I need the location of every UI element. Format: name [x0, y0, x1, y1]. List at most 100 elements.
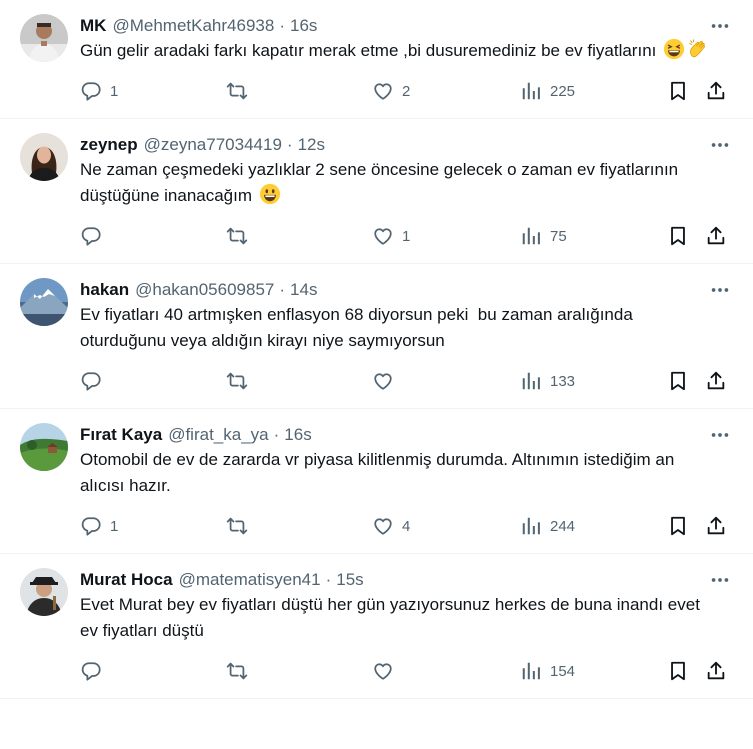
- share-button[interactable]: [705, 660, 727, 682]
- reply-icon: [81, 517, 101, 536]
- view-count: 133: [550, 372, 576, 390]
- views-button[interactable]: 75: [520, 225, 567, 247]
- tweet[interactable]: MK @MehmetKahr46938 · 16s Gün gelir arad…: [0, 0, 753, 119]
- timestamp[interactable]: 16s: [284, 423, 311, 447]
- share-button[interactable]: [705, 515, 727, 537]
- avatar-landscape-icon[interactable]: [20, 423, 68, 471]
- tweet[interactable]: Murat Hoca @matematisyen41 · 15s Evet Mu…: [0, 554, 753, 699]
- display-name[interactable]: Murat Hoca: [80, 568, 173, 592]
- share-button[interactable]: [705, 80, 727, 102]
- like-button[interactable]: 2: [372, 80, 410, 102]
- tweet-content: zeynep @zeyna77034419 · 12s Ne zaman çeş…: [80, 133, 733, 263]
- tweet-text: Ne zaman çeşmedeki yazlıklar 2 sene önce…: [80, 157, 733, 209]
- retweet-icon: [226, 227, 248, 245]
- avatar-person-icon[interactable]: [20, 568, 68, 616]
- reply-button[interactable]: [80, 225, 110, 247]
- tweet[interactable]: Fırat Kaya @firat_ka_ya · 16s Otomobil d…: [0, 409, 753, 554]
- share-icon: [707, 661, 725, 680]
- display-name[interactable]: zeynep: [80, 133, 138, 157]
- retweet-button[interactable]: [226, 515, 256, 537]
- avatar-person-icon[interactable]: [20, 133, 68, 181]
- bookmark-button[interactable]: [667, 515, 689, 537]
- bookmark-icon: [671, 661, 685, 681]
- bookmark-icon: [671, 81, 685, 101]
- tweet-text-body: Gün gelir aradaki farkı kapatır merak et…: [80, 41, 662, 60]
- more-options-button[interactable]: [707, 133, 733, 157]
- more-options-button[interactable]: [707, 278, 733, 302]
- more-options-button[interactable]: [707, 568, 733, 592]
- like-button[interactable]: 4: [372, 515, 410, 537]
- timestamp[interactable]: 15s: [336, 568, 363, 592]
- tweet-actions: 154: [80, 654, 733, 690]
- retweet-button[interactable]: [226, 225, 256, 247]
- bookmark-button[interactable]: [667, 225, 689, 247]
- retweet-icon: [226, 82, 248, 100]
- grinning-squinting-face-emoji-icon: [663, 38, 685, 60]
- avatar-person-icon[interactable]: [20, 14, 68, 62]
- tweet[interactable]: hakan @hakan05609857 · 14s Ev fiyatları …: [0, 264, 753, 409]
- avatar-mountain-icon[interactable]: [20, 278, 68, 326]
- bookmark-icon: [671, 226, 685, 246]
- display-name[interactable]: hakan: [80, 278, 129, 302]
- like-button[interactable]: [372, 660, 402, 682]
- view-count: 75: [550, 227, 567, 245]
- user-handle[interactable]: @MehmetKahr46938: [112, 14, 274, 38]
- reply-feed: MK @MehmetKahr46938 · 16s Gün gelir arad…: [0, 0, 753, 699]
- tweet[interactable]: zeynep @zeyna77034419 · 12s Ne zaman çeş…: [0, 119, 753, 264]
- reply-button[interactable]: [80, 660, 110, 682]
- retweet-button[interactable]: [226, 370, 256, 392]
- like-button[interactable]: [372, 370, 402, 392]
- views-button[interactable]: 244: [520, 515, 575, 537]
- views-chart-icon: [522, 372, 540, 390]
- reply-icon: [81, 372, 101, 391]
- bookmark-button[interactable]: [667, 660, 689, 682]
- user-handle[interactable]: @hakan05609857: [135, 278, 274, 302]
- reply-button[interactable]: [80, 370, 110, 392]
- share-icon: [707, 371, 725, 390]
- user-handle[interactable]: @firat_ka_ya: [168, 423, 268, 447]
- tweet-actions: 133: [80, 364, 733, 400]
- user-handle[interactable]: @zeyna77034419: [144, 133, 282, 157]
- share-button[interactable]: [705, 370, 727, 392]
- separator-dot: ·: [286, 135, 293, 154]
- retweet-button[interactable]: [226, 80, 256, 102]
- share-button[interactable]: [705, 225, 727, 247]
- tweet-actions: 1 4 244: [80, 509, 733, 545]
- more-options-button[interactable]: [707, 14, 733, 38]
- tweet-text-body: Ev fiyatları 40 artmışken enflasyon 68 d…: [80, 305, 638, 350]
- like-button[interactable]: 1: [372, 225, 410, 247]
- display-name[interactable]: MK: [80, 14, 106, 38]
- like-count: 2: [402, 82, 411, 100]
- tweet-actions: 1 2 225: [80, 74, 733, 110]
- tweet-content: Fırat Kaya @firat_ka_ya · 16s Otomobil d…: [80, 423, 733, 553]
- share-icon: [707, 516, 725, 535]
- more-dots-icon: [711, 288, 729, 292]
- user-handle[interactable]: @matematisyen41: [179, 568, 321, 592]
- bookmark-icon: [671, 371, 685, 391]
- clapping-hands-emoji-icon: [687, 38, 709, 60]
- timestamp[interactable]: 16s: [290, 14, 317, 38]
- retweet-icon: [226, 372, 248, 390]
- more-dots-icon: [711, 143, 729, 147]
- bookmark-button[interactable]: [667, 370, 689, 392]
- timestamp[interactable]: 12s: [298, 133, 325, 157]
- like-count: 1: [402, 227, 411, 245]
- timestamp[interactable]: 14s: [290, 278, 317, 302]
- views-chart-icon: [522, 662, 540, 680]
- views-button[interactable]: 154: [520, 660, 575, 682]
- like-count: 4: [402, 517, 411, 535]
- bookmark-button[interactable]: [667, 80, 689, 102]
- views-button[interactable]: 133: [520, 370, 575, 392]
- display-name[interactable]: Fırat Kaya: [80, 423, 162, 447]
- view-count: 225: [550, 82, 576, 100]
- separator-dot: ·: [279, 16, 285, 35]
- reply-button[interactable]: 1: [80, 515, 118, 537]
- views-button[interactable]: 225: [520, 80, 575, 102]
- more-options-button[interactable]: [707, 423, 733, 447]
- reply-icon: [81, 227, 101, 246]
- views-chart-icon: [522, 517, 540, 535]
- heart-icon: [374, 663, 392, 680]
- reply-button[interactable]: 1: [80, 80, 118, 102]
- heart-icon: [374, 373, 392, 390]
- retweet-button[interactable]: [226, 660, 256, 682]
